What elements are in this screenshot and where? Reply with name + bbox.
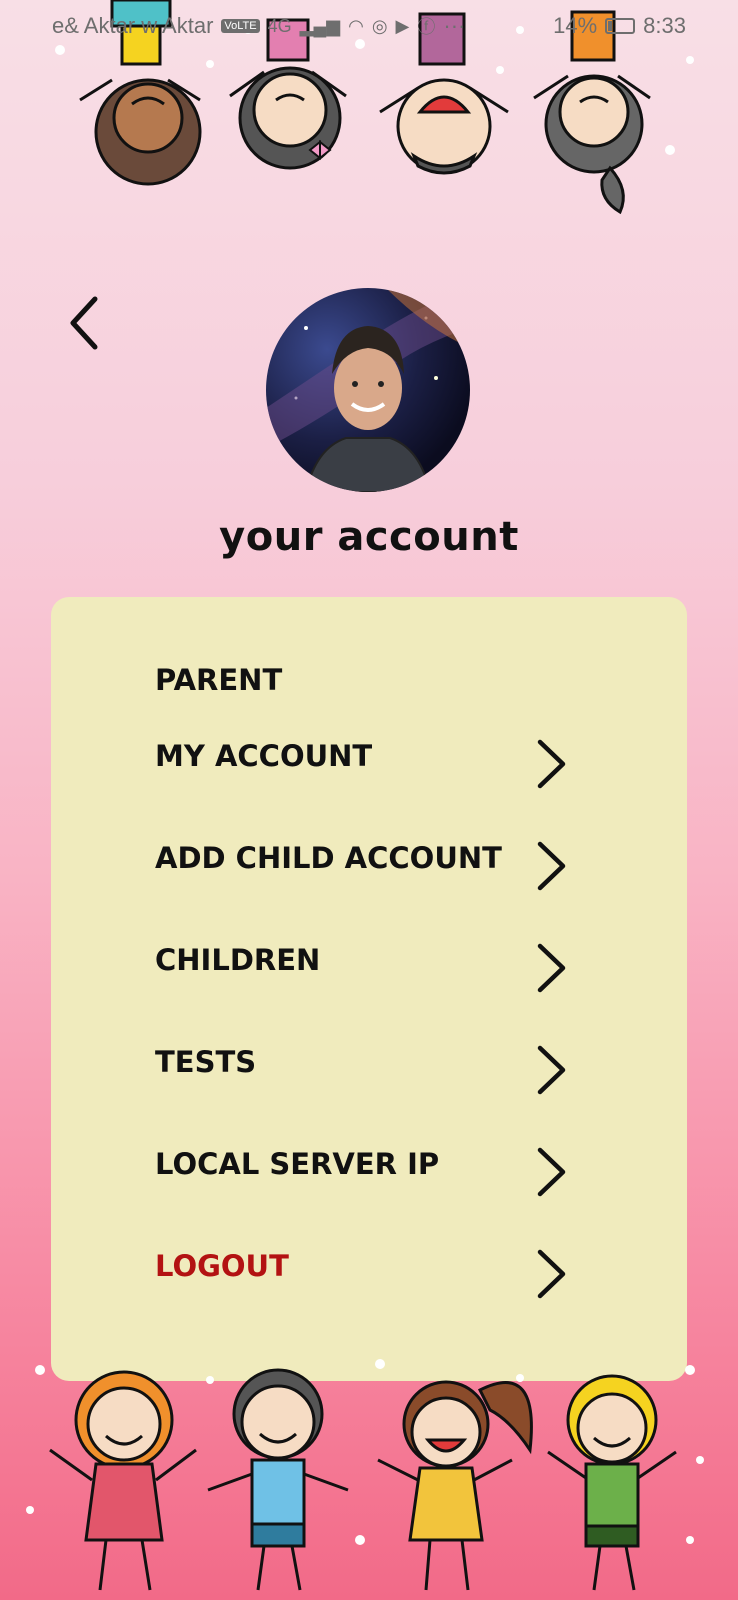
profile-photo [266,288,470,492]
section-label-parent: PARENT [155,663,283,697]
volte-badge: VoLTE [221,19,260,33]
menu-item-children[interactable]: CHILDREN [51,931,687,1011]
status-bar-right: 14% 8:33 [553,13,686,39]
chevron-right-icon [537,943,566,993]
network-type: 4G [267,15,292,36]
wifi-icon: ◠ [348,15,364,36]
chevron-right-icon [537,1249,566,1299]
menu-item-logout[interactable]: LOGOUT [51,1237,687,1317]
signal-icon: ▂▄▆ [299,15,341,36]
menu-item-label: TESTS [155,1045,257,1079]
kid-5 [49,1370,197,1591]
menu-item-local-server-ip[interactable]: LOCAL SERVER IP [51,1135,687,1215]
menu-item-tests[interactable]: TESTS [51,1033,687,1113]
whatsapp-icon: ◎ [371,15,388,36]
menu-item-label: LOCAL SERVER IP [155,1147,440,1181]
chevron-right-icon [537,841,566,891]
chevron-right-icon [537,739,566,789]
more-notifications: ··· [443,13,466,38]
logout-label: LOGOUT [155,1249,289,1283]
account-menu-card: PARENT MY ACCOUNT ADD CHILD ACCOUNT CHIL… [51,597,687,1381]
facebook-icon: ⓕ [417,17,436,37]
back-button[interactable] [58,292,108,354]
menu-item-label: MY ACCOUNT [155,739,373,773]
status-bar: e& Aktar w Aktar VoLTE 4G ▂▄▆ ◠ ◎ ▶ ⓕ ··… [0,0,738,52]
menu-item-add-child-account[interactable]: ADD CHILD ACCOUNT [51,829,687,909]
battery-icon [605,18,636,34]
youtube-icon: ▶ [395,15,410,36]
menu-item-my-account[interactable]: MY ACCOUNT [51,727,687,807]
kids-dancing-illustration [26,1359,704,1591]
chevron-right-icon [537,1147,566,1197]
avatar[interactable] [266,288,470,492]
page-title: your account [219,514,519,560]
carrier-name: e& Aktar w Aktar [52,13,214,38]
chevron-left-icon [70,296,98,350]
kid-7 [377,1380,533,1591]
menu-item-label: CHILDREN [155,943,321,977]
clock: 8:33 [643,13,686,38]
menu-item-label: ADD CHILD ACCOUNT [155,841,502,875]
kid-6 [207,1368,349,1591]
chevron-right-icon [537,1045,566,1095]
battery-percent: 14% [553,13,598,38]
kid-8 [547,1374,677,1591]
status-bar-left: e& Aktar w Aktar VoLTE 4G ▂▄▆ ◠ ◎ ▶ ⓕ ··… [52,13,465,39]
